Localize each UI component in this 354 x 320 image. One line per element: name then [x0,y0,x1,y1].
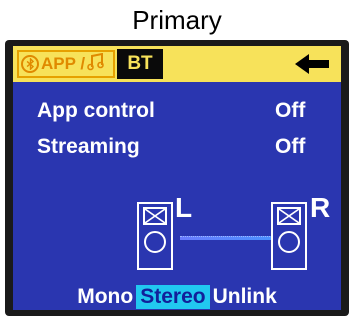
right-speaker-icon [271,202,307,270]
bt-mode-chip[interactable]: BT [117,49,163,79]
app-control-row[interactable]: App control Off [37,96,325,126]
speaker-link-line [180,236,272,240]
streaming-value: Off [275,135,306,158]
mode-selector: Mono Stereo Unlink [13,284,341,310]
mode-app-label: APP / [41,54,86,73]
unlink-option[interactable]: Unlink [210,285,280,309]
top-bar: APP / BT [13,46,341,82]
mono-option[interactable]: Mono [74,285,136,309]
display-screen: APP / BT App control Off Streaming Off L… [13,46,341,310]
streaming-label: Streaming [37,135,140,158]
right-channel-label: R [310,192,331,223]
streaming-row[interactable]: Streaming Off [37,132,325,162]
arrow-left-icon [295,54,329,74]
music-note-icon [87,52,105,76]
app-control-label: App control [37,99,155,122]
left-speaker-icon [137,202,173,270]
app-control-value: Off [275,99,306,122]
device-frame: APP / BT App control Off Streaming Off L… [5,40,349,316]
stereo-option[interactable]: Stereo [136,285,210,309]
bluetooth-icon [21,55,39,73]
left-channel-label: L [175,192,193,223]
back-button[interactable] [293,52,333,76]
page-caption: Primary [132,5,222,35]
mode-app-indicator[interactable]: APP / [17,50,115,78]
